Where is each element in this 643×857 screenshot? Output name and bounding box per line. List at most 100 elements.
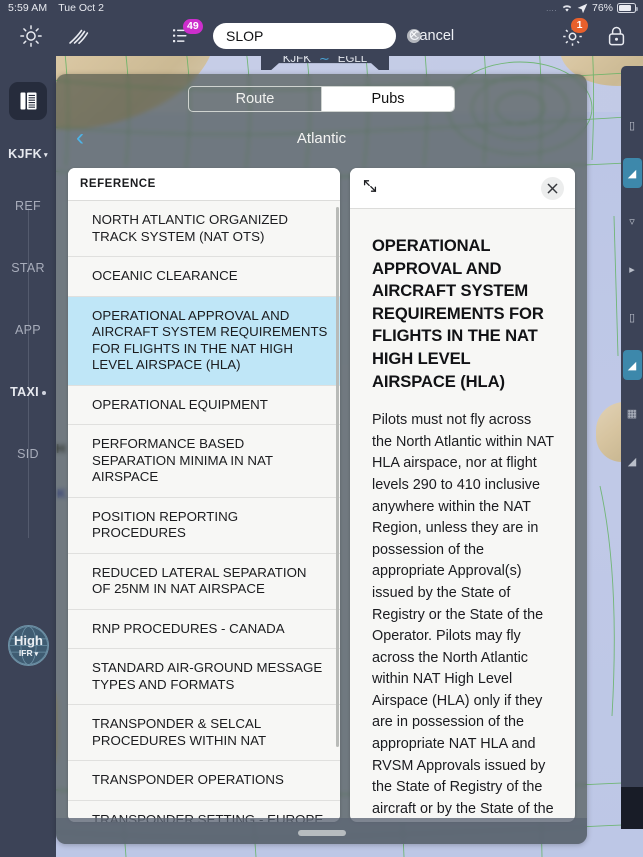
sidebar-item-label: SID <box>17 447 39 461</box>
sidebar-item-sid[interactable]: SID <box>0 447 56 461</box>
pubs-panel: Route Pubs ‹ Atlantic REFERENCE NORTH AT… <box>56 74 587 844</box>
screen: H K ▯ ◢ ▿ ▸ ▯ ◢ ▦ ◢ KJFK ∼ EGLL <box>0 0 643 857</box>
tab-pubs[interactable]: Pubs <box>322 87 454 111</box>
reference-list-header: REFERENCE <box>68 168 340 201</box>
close-icon <box>547 183 558 193</box>
map-tool-marker-icon[interactable]: ▿ <box>623 206 642 236</box>
detail-title: OPERATIONAL APPROVAL AND AIRCRAFT SYSTEM… <box>372 236 544 391</box>
map-tools-rail[interactable]: ▯ ◢ ▿ ▸ ▯ ◢ ▦ ◢ <box>621 66 643 829</box>
reference-list-scroll[interactable]: NORTH ATLANTIC ORGANIZED TRACK SYSTEM (N… <box>68 201 340 822</box>
documents-button[interactable] <box>9 82 47 120</box>
map-tool-play-icon[interactable]: ▸ <box>623 254 642 284</box>
rail-divider-line <box>28 208 29 538</box>
map-tool-footer <box>621 787 643 829</box>
panel-columns: REFERENCE NORTH ATLANTIC ORGANIZED TRACK… <box>68 168 575 822</box>
status-time: 5:59 AM <box>8 2 48 14</box>
document-icon <box>20 92 36 110</box>
toolbar-right-group: 1 <box>562 17 625 47</box>
sidebar-item-label: KJFK <box>8 147 42 161</box>
signal-dots-icon: .... <box>546 3 557 13</box>
sidebar-item-kjfk[interactable]: KJFK ▾ <box>0 147 56 161</box>
list-item[interactable]: RNP PROCEDURES - CANADA <box>68 609 340 649</box>
list-item[interactable]: OPERATIONAL EQUIPMENT <box>68 385 340 425</box>
sidebar-item-app[interactable]: APP <box>0 323 56 337</box>
map-tool-ruler-alt-icon[interactable]: ▯ <box>623 302 642 332</box>
settings-button[interactable]: 1 <box>562 17 588 47</box>
panel-title: Atlantic <box>296 129 347 147</box>
list-item[interactable]: TRANSPONDER OPERATIONS <box>68 761 340 801</box>
broadcast-button[interactable] <box>67 26 89 46</box>
list-item[interactable]: STANDARD AIR-GROUND MESSAGE TYPES AND FO… <box>68 649 340 705</box>
checklist-button[interactable]: 49 <box>173 19 203 44</box>
broadcast-icon <box>69 29 89 44</box>
detail-body[interactable]: OPERATIONAL APPROVAL AND AIRCRAFT SYSTEM… <box>350 209 575 822</box>
segmented-control[interactable]: Route Pubs <box>188 86 455 112</box>
map-tool-pin-icon[interactable]: ◢ <box>623 446 642 476</box>
location-arrow-icon <box>577 3 588 13</box>
list-item-label: OCEANIC CLEARANCE <box>92 268 238 283</box>
list-item[interactable]: OCEANIC CLEARANCE <box>68 257 340 297</box>
sidebar-item-taxi[interactable]: TAXI <box>0 385 56 399</box>
lock-icon <box>608 26 625 46</box>
status-indicators: .... 76% <box>546 2 638 14</box>
list-item-label: TRANSPONDER & SELCAL PROCEDURES WITHIN N… <box>92 716 267 748</box>
battery-percent: 76% <box>591 2 613 14</box>
settings-badge: 1 <box>571 17 588 33</box>
chart-type-selector[interactable]: High IFR ▾ <box>8 625 49 666</box>
list-item[interactable]: REDUCED LATERAL SEPARATION OF 25NM IN NA… <box>68 553 340 610</box>
chevron-left-icon: ‹ <box>76 124 84 151</box>
cancel-button[interactable]: Cancel <box>409 28 454 44</box>
list-item[interactable]: OPERATIONAL APPROVAL AND AIRCRAFT SYSTEM… <box>68 296 340 386</box>
status-bar: 5:59 AM Tue Oct 2 .... 76% <box>0 0 643 16</box>
list-item-label: OPERATIONAL EQUIPMENT <box>92 396 268 412</box>
sidebar-item-label: STAR <box>11 261 45 275</box>
list-item-label: PERFORMANCE BASED SEPARATION MINIMA IN N… <box>92 436 273 484</box>
lock-button[interactable] <box>608 26 625 46</box>
checklist-badge: 49 <box>183 19 203 34</box>
back-button[interactable]: ‹ <box>76 126 84 150</box>
battery-icon <box>617 3 638 13</box>
reference-detail-card: OPERATIONAL APPROVAL AND AIRCRAFT SYSTEM… <box>350 168 575 822</box>
left-rail: KJFK ▾ REF STAR APP TAXI SID High IFR ▾ <box>0 56 56 857</box>
expand-icon[interactable] <box>363 179 377 198</box>
map-tool-ruler-icon[interactable]: ▯ <box>623 110 642 140</box>
list-item[interactable]: POSITION REPORTING PROCEDURES <box>68 497 340 554</box>
brightness-button[interactable] <box>20 25 42 47</box>
close-button[interactable] <box>541 176 564 200</box>
list-scrollbar[interactable] <box>336 207 339 747</box>
list-item-label: POSITION REPORTING PROCEDURES <box>92 508 239 541</box>
reference-list-card: REFERENCE NORTH ATLANTIC ORGANIZED TRACK… <box>68 168 340 822</box>
tab-route[interactable]: Route <box>189 87 321 111</box>
list-item-label: RNP PROCEDURES - CANADA <box>92 620 285 636</box>
top-toolbar: 49 ✕ Cancel 1 <box>0 16 643 56</box>
sidebar-item-ref[interactable]: REF <box>0 199 56 213</box>
search-field[interactable]: ✕ <box>213 23 421 49</box>
list-item-label: TRANSPONDER OPERATIONS <box>92 772 284 787</box>
list-item[interactable]: PERFORMANCE BASED SEPARATION MINIMA IN N… <box>68 425 340 498</box>
sidebar-item-label: TAXI <box>10 385 39 399</box>
detail-header <box>350 168 575 209</box>
map-tool-pointer-icon[interactable]: ◢ <box>622 158 642 188</box>
detail-paragraph: Pilots must not fly across the North Atl… <box>372 412 554 817</box>
panel-drag-handle[interactable] <box>297 830 346 836</box>
list-item-label: OPERATIONAL APPROVAL AND AIRCRAFT SYSTEM… <box>92 307 328 373</box>
map-tool-cursor-icon[interactable]: ◢ <box>622 350 642 380</box>
list-item-label: STANDARD AIR-GROUND MESSAGE TYPES AND FO… <box>92 660 323 692</box>
chart-rules-label: IFR ▾ <box>18 647 39 658</box>
search-input[interactable] <box>226 28 407 44</box>
sidebar-item-star[interactable]: STAR <box>0 261 56 275</box>
list-item[interactable]: TRANSPONDER & SELCAL PROCEDURES WITHIN N… <box>68 705 340 761</box>
sun-icon <box>20 25 42 47</box>
list-item-label: NORTH ATLANTIC ORGANIZED TRACK SYSTEM (N… <box>92 212 289 244</box>
chart-type-label: High <box>14 632 43 648</box>
list-item[interactable]: NORTH ATLANTIC ORGANIZED TRACK SYSTEM (N… <box>68 201 340 257</box>
panel-nav-bar: ‹ Atlantic <box>56 121 587 155</box>
list-item-label: REDUCED LATERAL SEPARATION OF 25NM IN NA… <box>92 564 307 597</box>
chevron-down-icon: ▾ <box>44 151 48 159</box>
sidebar-item-label: REF <box>15 199 41 213</box>
status-dot-icon <box>41 390 46 395</box>
map-tool-layers-icon[interactable]: ▦ <box>623 398 642 428</box>
status-date: Tue Oct 2 <box>58 2 104 14</box>
reference-list: NORTH ATLANTIC ORGANIZED TRACK SYSTEM (N… <box>68 201 340 822</box>
sidebar-item-label: APP <box>15 323 41 337</box>
